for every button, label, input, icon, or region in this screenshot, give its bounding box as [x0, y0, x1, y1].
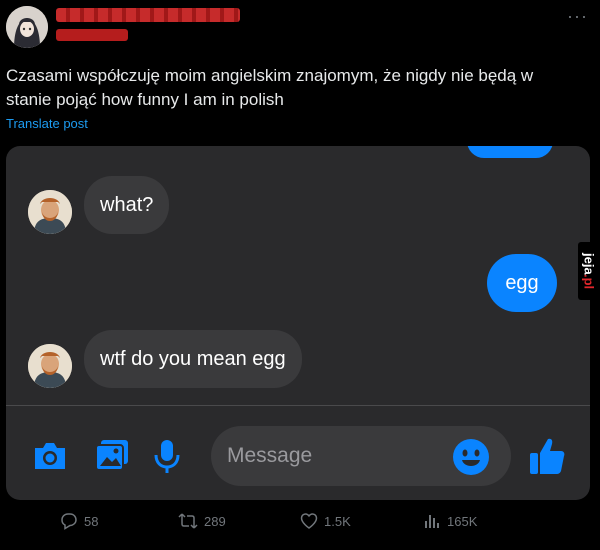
post-text-line: Czasami współczuję moim angielskim znajo…: [6, 66, 534, 85]
repost-icon: [178, 513, 198, 529]
microphone-icon[interactable]: [152, 438, 182, 479]
like-count: 1.5K: [324, 513, 351, 529]
message-bubble-outgoing: egg: [487, 254, 557, 312]
message-text: egg: [505, 271, 539, 294]
composer-divider: [6, 405, 590, 406]
views-button[interactable]: 165K: [423, 512, 477, 530]
jeja-watermark-logo: jeja .pl: [578, 242, 600, 300]
message-text: wtf do you mean egg: [100, 347, 286, 370]
post-text: Czasami współczuję moim angielskim znajo…: [6, 64, 586, 112]
watermark-text: jeja: [581, 252, 597, 275]
reply-button[interactable]: 58: [60, 512, 98, 530]
message-bubble-incoming: wtf do you mean egg: [84, 330, 302, 388]
post-media-image[interactable]: what? egg wtf do you mean egg: [6, 146, 590, 500]
reply-icon: [61, 513, 77, 530]
post-action-bar: 58 289 1.5K 165K: [0, 512, 600, 536]
views-count: 165K: [447, 513, 478, 529]
contact-avatar: [28, 344, 72, 388]
views-icon: [425, 515, 439, 528]
emoji-icon[interactable]: [452, 438, 490, 481]
author-handle-redacted[interactable]: [56, 29, 128, 41]
photo-icon[interactable]: [94, 438, 130, 477]
reply-count: 58: [84, 513, 99, 529]
thumbs-up-icon[interactable]: [528, 436, 566, 481]
post-text-line: stanie pojąć how funny I am in polish: [6, 90, 284, 109]
message-bubble-partial: [467, 146, 553, 158]
like-icon: [300, 513, 318, 529]
message-bubble-incoming: what?: [84, 176, 170, 234]
author-avatar[interactable]: [6, 6, 48, 48]
translate-post-link[interactable]: Translate post: [6, 116, 88, 131]
message-text: what?: [100, 193, 154, 216]
repost-count: 289: [204, 513, 226, 529]
repost-button[interactable]: 289: [178, 512, 226, 530]
camera-icon[interactable]: [32, 441, 68, 476]
watermark-accent: .pl: [581, 274, 597, 290]
contact-avatar: [28, 190, 72, 234]
more-icon[interactable]: ···: [567, 6, 588, 27]
like-button[interactable]: 1.5K: [300, 512, 351, 530]
author-name-redacted[interactable]: [56, 8, 240, 22]
